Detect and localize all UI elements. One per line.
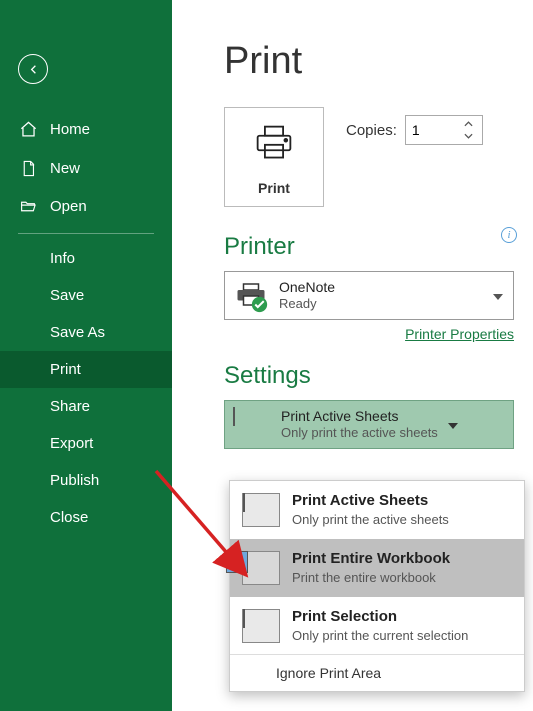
home-icon bbox=[18, 120, 38, 139]
nav-info[interactable]: Info bbox=[0, 240, 172, 277]
option-sub: Only print the current selection bbox=[292, 627, 468, 645]
chevron-up-icon bbox=[464, 121, 473, 127]
printer-name: OneNote bbox=[279, 278, 335, 296]
printer-properties-row: Printer Properties bbox=[224, 326, 514, 344]
print-button[interactable]: Print bbox=[224, 107, 324, 207]
copies-spinner[interactable] bbox=[405, 115, 483, 145]
option-text: Print Selection Only print the current s… bbox=[292, 607, 468, 645]
option-sub: Only print the active sheets bbox=[292, 511, 449, 529]
nav-save[interactable]: Save bbox=[0, 277, 172, 314]
option-footer-label: Ignore Print Area bbox=[276, 665, 381, 681]
nav-saveas-label: Save As bbox=[50, 324, 105, 341]
printer-large-icon bbox=[252, 123, 296, 168]
print-what-options-panel: Print Active Sheets Only print the activ… bbox=[229, 480, 525, 692]
settings-heading: Settings bbox=[224, 362, 523, 390]
folder-open-icon bbox=[18, 198, 38, 215]
printer-section: i Printer OneNote Ready bbox=[224, 233, 523, 344]
settings-section: Settings Print Active Sheets Only print … bbox=[224, 362, 523, 449]
print-what-dropdown[interactable]: Print Active Sheets Only print the activ… bbox=[224, 400, 514, 449]
option-print-active-sheets[interactable]: Print Active Sheets Only print the activ… bbox=[230, 481, 524, 539]
nav-open-label: Open bbox=[50, 198, 87, 215]
copies-decrement[interactable] bbox=[464, 130, 473, 142]
printer-heading: Printer bbox=[224, 233, 523, 261]
printer-status: Ready bbox=[279, 296, 335, 313]
printer-status-icon bbox=[233, 282, 269, 310]
nav-separator bbox=[18, 233, 154, 234]
option-text: Print Active Sheets Only print the activ… bbox=[292, 491, 449, 529]
nav-publish[interactable]: Publish bbox=[0, 462, 172, 499]
copies-label: Copies: bbox=[346, 122, 397, 139]
print-row: Print Copies: bbox=[224, 107, 523, 207]
backstage-sidebar: Home New Open Info Save Save As Print Sh… bbox=[0, 0, 172, 711]
option-sub: Print the entire workbook bbox=[292, 569, 450, 587]
option-print-selection[interactable]: Print Selection Only print the current s… bbox=[230, 597, 524, 655]
printer-info-icon[interactable]: i bbox=[501, 227, 517, 243]
option-title: Print Selection bbox=[292, 607, 468, 627]
nav-close-label: Close bbox=[50, 509, 88, 526]
nav-saveas[interactable]: Save As bbox=[0, 314, 172, 351]
option-text: Print Entire Workbook Print the entire w… bbox=[292, 549, 450, 587]
option-ignore-print-area[interactable]: Ignore Print Area bbox=[230, 654, 524, 691]
nav-print[interactable]: Print bbox=[0, 351, 172, 388]
document-icon bbox=[18, 159, 38, 178]
page-title: Print bbox=[224, 40, 523, 83]
nav-home-label: Home bbox=[50, 121, 90, 138]
copies-group: Copies: bbox=[346, 115, 483, 145]
chevron-down-icon bbox=[464, 133, 473, 139]
nav-info-label: Info bbox=[50, 250, 75, 267]
nav-new[interactable]: New bbox=[0, 149, 172, 188]
nav-secondary: Info Save Save As Print Share Export Pub… bbox=[0, 240, 172, 536]
printer-properties-link[interactable]: Printer Properties bbox=[405, 326, 514, 342]
sheet-grid-icon bbox=[233, 408, 271, 442]
nav-home[interactable]: Home bbox=[0, 110, 172, 149]
printer-dropdown-text: OneNote Ready bbox=[279, 278, 335, 313]
dropdown-arrow-icon bbox=[493, 287, 503, 305]
nav-close[interactable]: Close bbox=[0, 499, 172, 536]
print-what-title: Print Active Sheets bbox=[281, 407, 438, 425]
option-title: Print Active Sheets bbox=[292, 491, 449, 511]
nav-share-label: Share bbox=[50, 398, 90, 415]
back-button[interactable] bbox=[18, 54, 48, 84]
copies-input[interactable] bbox=[406, 118, 458, 142]
selection-grid-icon bbox=[242, 609, 280, 643]
print-what-sub: Only print the active sheets bbox=[281, 425, 438, 442]
spinner-buttons bbox=[458, 118, 480, 142]
app-root: Home New Open Info Save Save As Print Sh… bbox=[0, 0, 533, 711]
print-button-label: Print bbox=[258, 180, 290, 196]
printer-dropdown[interactable]: OneNote Ready bbox=[224, 271, 514, 320]
dropdown-arrow-icon bbox=[448, 416, 458, 434]
nav-open[interactable]: Open bbox=[0, 188, 172, 225]
back-arrow-icon bbox=[26, 62, 41, 77]
check-badge-icon bbox=[251, 296, 268, 313]
nav-print-label: Print bbox=[50, 361, 81, 378]
print-what-text: Print Active Sheets Only print the activ… bbox=[281, 407, 438, 442]
nav-share[interactable]: Share bbox=[0, 388, 172, 425]
copies-increment[interactable] bbox=[464, 118, 473, 130]
nav-publish-label: Publish bbox=[50, 472, 99, 489]
option-print-entire-workbook[interactable]: Print Entire Workbook Print the entire w… bbox=[230, 539, 524, 597]
sheet-grid-icon bbox=[242, 493, 280, 527]
nav-primary: Home New Open bbox=[0, 110, 172, 225]
nav-save-label: Save bbox=[50, 287, 84, 304]
nav-export-label: Export bbox=[50, 435, 93, 452]
workbook-grid-icon bbox=[242, 551, 280, 585]
option-title: Print Entire Workbook bbox=[292, 549, 450, 569]
nav-new-label: New bbox=[50, 160, 80, 177]
nav-export[interactable]: Export bbox=[0, 425, 172, 462]
